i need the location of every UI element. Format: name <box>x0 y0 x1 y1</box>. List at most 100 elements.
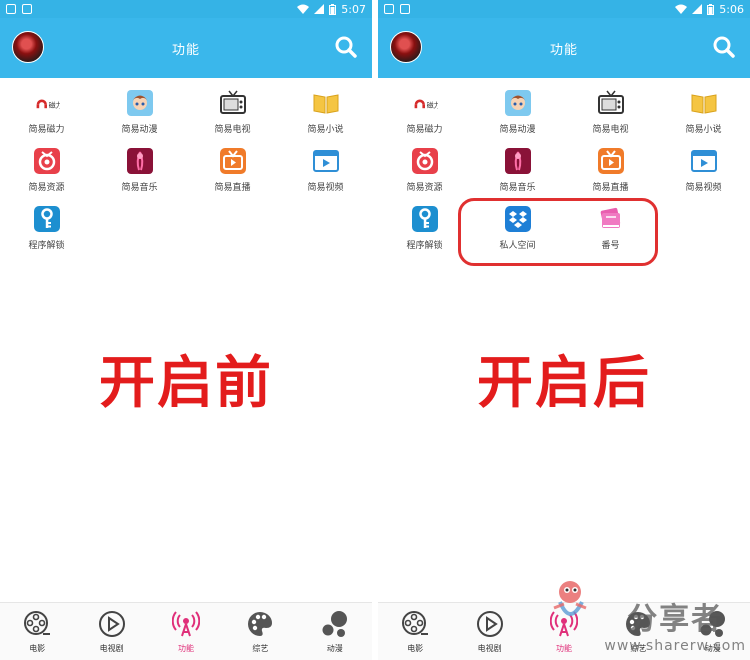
grid-item-video[interactable]: 简易视频 <box>279 148 372 200</box>
music-icon <box>504 148 531 174</box>
nav-item[interactable]: 动漫 <box>676 603 750 660</box>
caption-before: 开启前 <box>99 351 273 416</box>
search-icon[interactable] <box>712 35 736 59</box>
grid-item-book[interactable]: 简易小说 <box>657 90 750 142</box>
nav-item[interactable]: 综艺 <box>601 603 675 660</box>
avatar[interactable] <box>12 31 44 63</box>
grid-item-label: 简易小说 <box>685 125 722 135</box>
page-title: 功能 <box>171 42 200 58</box>
grid-item-video[interactable]: 简易视频 <box>657 148 750 200</box>
search-icon[interactable] <box>334 35 358 59</box>
grid-item-label: 程序解锁 <box>28 241 65 251</box>
notification-icons <box>6 4 32 14</box>
nav-item[interactable]: 电影 <box>0 603 74 660</box>
nav-item-label: 动漫 <box>704 644 721 653</box>
bubbles-icon <box>698 609 728 639</box>
mascot-icon <box>553 581 587 616</box>
nav-item-label: 动漫 <box>326 644 343 653</box>
grid-item-label: 简易磁力 <box>28 125 65 135</box>
play-icon <box>475 609 505 639</box>
tv-icon <box>219 90 246 116</box>
feature-grid: 磁力简易磁力简易动漫简易电视简易小说简易资源简易音乐简易直播简易视频程序解锁 <box>0 78 372 258</box>
grid-item-label: 简易音乐 <box>499 183 536 193</box>
grid-item-label: 简易电视 <box>592 125 629 135</box>
palette-icon <box>245 609 275 639</box>
nav-item-label: 电影 <box>407 644 424 653</box>
video-icon <box>690 148 717 174</box>
magnet-icon: 磁力 <box>34 90 60 116</box>
grid-item-label: 简易视频 <box>685 183 722 193</box>
film-reel-icon <box>400 609 430 639</box>
nav-item-label: 综艺 <box>630 644 647 653</box>
nav-item-label: 功能 <box>555 644 572 653</box>
app-bar: 功能 <box>378 18 750 78</box>
nav-item-label: 功能 <box>177 644 194 653</box>
anime-icon <box>504 90 531 116</box>
nav-item[interactable]: 电视剧 <box>452 603 526 660</box>
page-title: 功能 <box>549 42 578 58</box>
nav-item-label: 综艺 <box>252 644 269 653</box>
broadcast-icon <box>171 609 201 639</box>
nav-item-label: 电视剧 <box>99 644 124 653</box>
grid-item-label: 简易磁力 <box>406 125 443 135</box>
battery-icon <box>707 3 715 15</box>
grid-item-label: 简易资源 <box>406 183 443 193</box>
nav-item[interactable]: 电影 <box>378 603 452 660</box>
grid-item-music[interactable]: 简易音乐 <box>471 148 564 200</box>
svg-text:磁力: 磁力 <box>48 100 59 109</box>
nav-item[interactable]: 电视剧 <box>74 603 148 660</box>
grid-item-label: 简易直播 <box>214 183 251 193</box>
grid-item-label: 简易小说 <box>307 125 344 135</box>
wifi-icon <box>297 4 310 14</box>
battery-icon <box>329 3 337 15</box>
nav-item[interactable]: 功能 <box>149 603 223 660</box>
grid-item-label: 简易动漫 <box>499 125 536 135</box>
nav-item[interactable]: 综艺 <box>223 603 297 660</box>
grid-item-live[interactable]: 简易直播 <box>186 148 279 200</box>
grid-item-book[interactable]: 简易小说 <box>279 90 372 142</box>
status-time: 5:06 <box>719 2 744 16</box>
grid-item-live[interactable]: 简易直播 <box>564 148 657 200</box>
nav-item[interactable]: 动漫 <box>298 603 372 660</box>
grid-item-music[interactable]: 简易音乐 <box>93 148 186 200</box>
wifi-icon <box>675 4 688 14</box>
grid-item-label: 简易视频 <box>307 183 344 193</box>
right-phone-screen: 5:06 功能 磁力简易磁力简易动漫简易电视简易小说简易资源简易音乐简易直播简易… <box>378 0 750 660</box>
live-icon <box>219 148 246 174</box>
grid-item-magnet[interactable]: 磁力简易磁力 <box>378 90 471 142</box>
tv-icon <box>597 90 624 116</box>
status-time: 5:07 <box>341 2 366 16</box>
resource-icon <box>33 148 60 174</box>
grid-item-label: 简易动漫 <box>121 125 158 135</box>
palette-icon <box>623 609 653 639</box>
grid-item-resource[interactable]: 简易资源 <box>378 148 471 200</box>
left-phone-screen: 5:07 功能 磁力简易磁力简易动漫简易电视简易小说简易资源简易音乐简易直播简易… <box>0 0 372 660</box>
grid-item-magnet[interactable]: 磁力简易磁力 <box>0 90 93 142</box>
grid-item-anime[interactable]: 简易动漫 <box>93 90 186 142</box>
grid-item-label: 简易音乐 <box>121 183 158 193</box>
grid-item-resource[interactable]: 简易资源 <box>0 148 93 200</box>
app-bar: 功能 <box>0 18 372 78</box>
notification-icons <box>384 4 410 14</box>
grid-item-label: 简易直播 <box>592 183 629 193</box>
key-icon <box>33 206 60 232</box>
nav-item-label: 电视剧 <box>477 644 502 653</box>
grid-item-tv[interactable]: 简易电视 <box>186 90 279 142</box>
caption-after: 开启后 <box>477 351 651 416</box>
grid-item-label: 简易资源 <box>28 183 65 193</box>
live-icon <box>597 148 624 174</box>
play-icon <box>97 609 127 639</box>
grid-item-label: 程序解锁 <box>406 241 443 251</box>
bubbles-icon <box>320 609 350 639</box>
grid-item-key[interactable]: 程序解锁 <box>0 206 93 258</box>
key-icon <box>411 206 438 232</box>
signal-icon <box>314 4 325 14</box>
grid-item-tv[interactable]: 简易电视 <box>564 90 657 142</box>
music-icon <box>126 148 153 174</box>
anime-icon <box>126 90 153 116</box>
magnet-icon: 磁力 <box>412 90 438 116</box>
avatar[interactable] <box>390 31 422 63</box>
signal-icon <box>692 4 703 14</box>
grid-item-anime[interactable]: 简易动漫 <box>471 90 564 142</box>
book-icon <box>691 90 717 116</box>
